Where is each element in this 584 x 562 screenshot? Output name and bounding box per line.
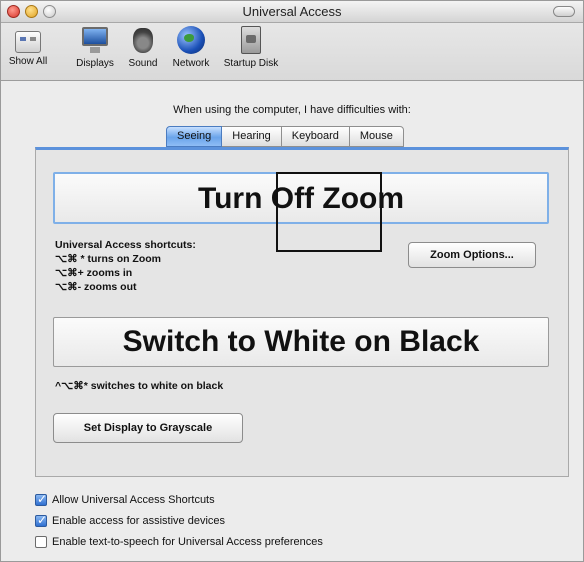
tab-seeing[interactable]: Seeing <box>166 126 223 147</box>
toolbar-label: Displays <box>76 58 114 69</box>
window-title: Universal Access <box>242 4 342 19</box>
zoom-shortcuts: Universal Access shortcuts: ⌥⌘ * turns o… <box>55 238 196 294</box>
toolbar-show-all[interactable]: Show All <box>5 25 51 67</box>
toolbar-label: Startup Disk <box>223 58 279 69</box>
preferences-window: Universal Access Show All Displays Sound… <box>0 0 584 562</box>
assistive-devices-checkbox[interactable]: Enable access for assistive devices <box>35 510 323 531</box>
toolbar-label: Network <box>172 58 210 69</box>
text-to-speech-checkbox[interactable]: Enable text-to-speech for Universal Acce… <box>35 531 323 552</box>
toolbar-label: Sound <box>128 58 158 69</box>
shortcut-line: ⌥⌘- zooms out <box>55 281 137 293</box>
sound-icon <box>128 25 158 55</box>
tab-keyboard[interactable]: Keyboard <box>281 126 350 147</box>
toolbar: Show All Displays Sound Network Startup … <box>1 23 583 81</box>
checkbox-checked-icon[interactable] <box>35 513 47 527</box>
network-icon <box>176 25 206 55</box>
toolbar-sound[interactable]: Sound <box>121 25 165 69</box>
contrast-shortcut-note: ^⌥⌘* switches to white on black <box>55 380 224 392</box>
startup-disk-icon <box>236 25 266 55</box>
allow-shortcuts-checkbox[interactable]: Allow Universal Access Shortcuts <box>35 489 323 510</box>
seeing-pane: Turn Off Zoom Universal Access shortcuts… <box>35 147 569 477</box>
zoom-options-button[interactable]: Zoom Options... <box>408 242 536 268</box>
checkbox-checked-icon[interactable] <box>35 492 47 506</box>
shortcut-line: ⌥⌘ * turns on Zoom <box>55 253 162 265</box>
tab-hearing[interactable]: Hearing <box>222 126 282 147</box>
toolbar-label: Show All <box>8 56 48 67</box>
checkbox-label: Allow Universal Access Shortcuts <box>52 493 215 506</box>
checkbox-label: Enable text-to-speech for Universal Acce… <box>52 535 323 548</box>
title-bar[interactable]: Universal Access <box>1 1 583 23</box>
toolbar-displays[interactable]: Displays <box>71 25 119 69</box>
tab-bar: Seeing Hearing Keyboard Mouse <box>166 126 404 147</box>
checkbox-group: Allow Universal Access Shortcuts Enable … <box>35 489 323 552</box>
checkbox-label: Enable access for assistive devices <box>52 514 226 527</box>
difficulties-heading: When using the computer, I have difficul… <box>173 104 411 116</box>
switch-to-white-on-black-button[interactable]: Switch to White on Black <box>53 317 549 367</box>
turn-off-zoom-button[interactable]: Turn Off Zoom <box>53 172 549 224</box>
toolbar-startup-disk[interactable]: Startup Disk <box>217 25 285 69</box>
checkbox-unchecked-icon[interactable] <box>35 535 47 548</box>
shortcut-line: ⌥⌘+ zooms in <box>55 267 133 279</box>
show-all-icon <box>15 31 41 53</box>
toolbar-network[interactable]: Network <box>167 25 215 69</box>
shortcuts-title: Universal Access shortcuts: <box>55 239 196 251</box>
set-grayscale-button[interactable]: Set Display to Grayscale <box>53 413 243 443</box>
tab-mouse[interactable]: Mouse <box>349 126 404 147</box>
toolbar-toggle-button[interactable] <box>553 6 575 17</box>
displays-icon <box>80 25 110 55</box>
